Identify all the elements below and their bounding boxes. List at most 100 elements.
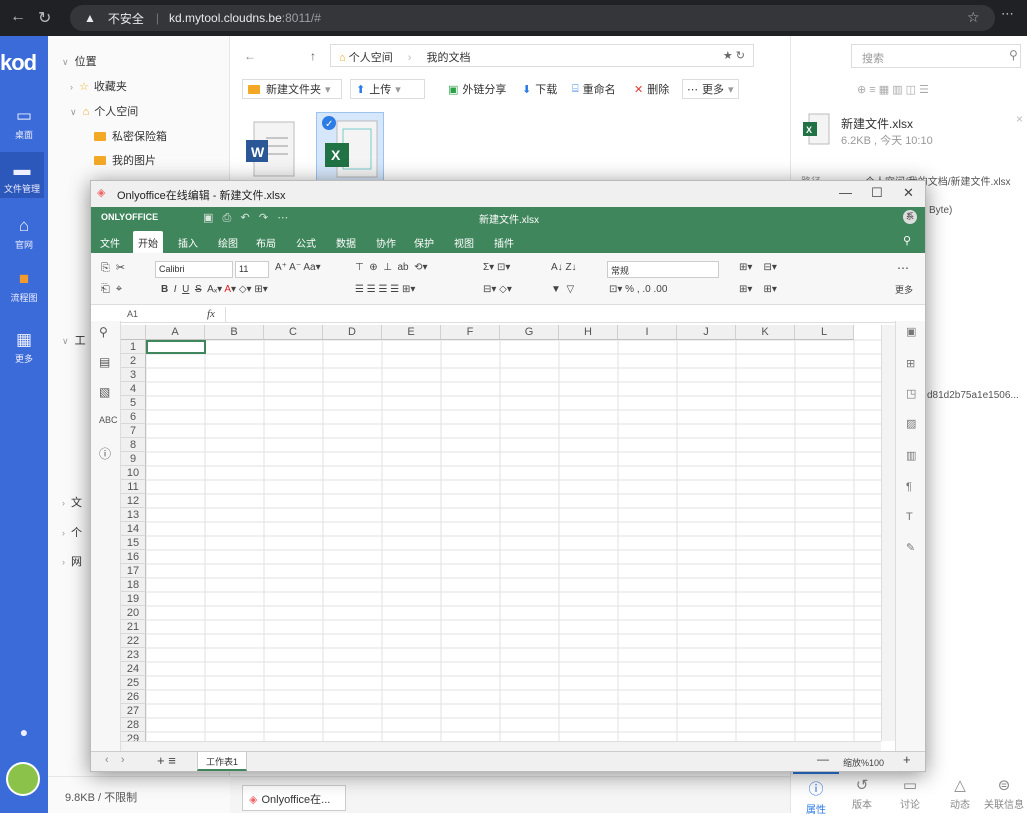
row-header[interactable]: 24 xyxy=(121,662,146,676)
row-header[interactable]: 7 xyxy=(121,424,146,438)
address-bar[interactable]: ▲ 不安全 | kd.mytool.cloudns.be :8011/# xyxy=(70,5,995,31)
breadcrumb-item[interactable]: 个人空间 xyxy=(349,52,393,64)
nav-website[interactable]: ⌂ 官网 xyxy=(0,216,48,251)
column-header[interactable]: L xyxy=(795,325,854,340)
back-icon[interactable]: ← xyxy=(244,49,256,63)
column-header[interactable]: I xyxy=(618,325,677,340)
sort-icons[interactable]: A↓ Z↓ xyxy=(551,262,577,273)
tree-personal[interactable]: ∨ ⌂ 个人空间 xyxy=(70,103,138,119)
search-icon[interactable]: ⚲ xyxy=(99,325,108,339)
row-header[interactable]: 12 xyxy=(121,494,146,508)
sheet-tab[interactable]: 工作表1 xyxy=(197,752,248,771)
selected-cell[interactable] xyxy=(146,340,206,354)
font-size-select[interactable]: 11 xyxy=(235,261,269,278)
chart-icon[interactable]: ▥ xyxy=(906,449,916,462)
column-header[interactable]: K xyxy=(736,325,795,340)
tab-activity[interactable]: △ 动态 xyxy=(937,776,983,811)
row-header[interactable]: 11 xyxy=(121,480,146,494)
nav-desktop[interactable]: ▭ 桌面 xyxy=(0,106,48,141)
insert-cells-icon[interactable]: ⊟▾ ◇▾ xyxy=(483,284,512,295)
shape-icon[interactable]: ◳ xyxy=(906,387,916,400)
breadcrumb-item[interactable]: 我的文档 xyxy=(427,52,471,64)
avatar[interactable] xyxy=(6,762,40,796)
row-header[interactable]: 3 xyxy=(121,368,146,382)
nav-files[interactable]: ▬ 文件管理 xyxy=(0,152,44,198)
row-header[interactable]: 17 xyxy=(121,564,146,578)
tab-view[interactable]: 视图 xyxy=(449,233,479,252)
row-header[interactable]: 18 xyxy=(121,578,146,592)
tab-insert[interactable]: 插入 xyxy=(173,233,203,252)
reload-icon[interactable]: ↻ xyxy=(38,8,51,28)
row-header[interactable]: 2 xyxy=(121,354,146,368)
select-all-corner[interactable] xyxy=(121,325,146,340)
table-icons[interactable]: ⊞▾ ⊞▾ xyxy=(739,284,777,295)
nav-flowchart[interactable]: ■ 流程图 xyxy=(0,269,48,304)
row-header[interactable]: 5 xyxy=(121,396,146,410)
more-button[interactable]: ⋯ 更多 ▾ xyxy=(682,79,739,99)
row-header[interactable]: 27 xyxy=(121,704,146,718)
spellcheck-icon[interactable]: ABC xyxy=(99,415,118,425)
spreadsheet-grid[interactable]: ABCDEFGHIJKL 1 2 3 4 5 6 7 8 9 10 11 12 13 14 15 16 17 18… xyxy=(121,325,881,741)
minimize-icon[interactable]: — xyxy=(839,185,852,200)
maximize-icon[interactable]: ☐ xyxy=(871,185,883,201)
breadcrumb[interactable]: ⌂ 个人空间 › 我的文档 ★ ↻ xyxy=(330,44,754,67)
row-header[interactable]: 15 xyxy=(121,536,146,550)
paragraph-icon[interactable]: ¶ xyxy=(906,481,912,493)
row-header[interactable]: 10 xyxy=(121,466,146,480)
new-folder-button[interactable]: 新建文件夹 ▾ xyxy=(242,79,342,99)
column-header[interactable]: B xyxy=(205,325,264,340)
upload-button[interactable]: ⬆ 上传 ▾ xyxy=(350,79,425,99)
row-header[interactable]: 25 xyxy=(121,676,146,690)
comment-icon[interactable]: ▤ xyxy=(99,355,110,369)
font-select[interactable]: Calibri xyxy=(155,261,233,278)
sheet-nav-icons[interactable]: ‹ › xyxy=(105,754,125,766)
view-toggle-icons[interactable]: ⊕ ≡ ▦ ▥ ◫ ☰ xyxy=(857,83,929,96)
chat-icon[interactable]: ▧ xyxy=(99,385,110,399)
number-format-select[interactable]: 常规 xyxy=(607,261,719,278)
tab-draw[interactable]: 绘图 xyxy=(213,233,243,252)
quick-actions-icons[interactable]: ▣ ⎙ ↶ ↷ ⋯ xyxy=(203,211,288,225)
row-header[interactable]: 21 xyxy=(121,620,146,634)
tab-collab[interactable]: 协作 xyxy=(371,233,401,252)
column-header[interactable]: H xyxy=(559,325,618,340)
tab-home[interactable]: 开始 xyxy=(133,231,163,253)
row-header[interactable]: 19 xyxy=(121,592,146,606)
row-header[interactable]: 14 xyxy=(121,522,146,536)
tab-layout[interactable]: 布局 xyxy=(251,233,281,252)
more-icon[interactable]: ⋯ xyxy=(897,261,909,275)
row-header[interactable]: 23 xyxy=(121,648,146,662)
column-header[interactable]: D xyxy=(323,325,382,340)
row-header[interactable]: 22 xyxy=(121,634,146,648)
row-header[interactable]: 16 xyxy=(121,550,146,564)
filter-icons[interactable]: ▼ ▽ xyxy=(551,284,574,295)
back-icon[interactable]: ← xyxy=(10,8,26,26)
search-icon[interactable]: ⚲ xyxy=(1009,48,1018,62)
tree-item-partial[interactable]: › 个 xyxy=(62,524,82,540)
horizontal-scrollbar[interactable] xyxy=(121,741,881,751)
sum-icon[interactable]: Σ▾ ⊡▾ xyxy=(483,262,510,273)
image-icon[interactable]: ▨ xyxy=(906,417,916,430)
signature-icon[interactable]: ✎ xyxy=(906,541,915,554)
rename-button[interactable]: ⌸ 重命名 xyxy=(572,79,616,99)
share-button[interactable]: ▣ 外链分享 xyxy=(448,79,506,99)
row-header[interactable]: 29 xyxy=(121,732,146,741)
column-header[interactable]: A xyxy=(146,325,205,340)
bell-icon[interactable]: ● xyxy=(0,724,48,740)
fx-icon[interactable]: fx xyxy=(207,308,215,320)
delete-button[interactable]: ✕ 删除 xyxy=(634,79,669,99)
row-header[interactable]: 20 xyxy=(121,606,146,620)
row-header[interactable]: 28 xyxy=(121,718,146,732)
tab-related[interactable]: ⊜ 关联信息 xyxy=(981,776,1027,811)
text-format-icons[interactable]: B I U S Aₓ▾ A▾ ◇▾ ⊞▾ xyxy=(161,284,268,295)
tree-item-pictures[interactable]: 我的图片 xyxy=(94,152,156,168)
column-header[interactable]: J xyxy=(677,325,736,340)
tree-location[interactable]: ∨ 位置 xyxy=(62,53,97,69)
row-header[interactable]: 8 xyxy=(121,438,146,452)
more-label[interactable]: 更多 xyxy=(895,283,913,296)
row-header[interactable]: 13 xyxy=(121,508,146,522)
column-header[interactable]: E xyxy=(382,325,441,340)
align-icons[interactable]: ⊤ ⊕ ⊥ ab ⟲▾ xyxy=(355,262,428,273)
row-header[interactable]: 26 xyxy=(121,690,146,704)
info-icon[interactable]: ⓘ xyxy=(99,445,111,462)
word-file[interactable]: W xyxy=(244,120,298,180)
